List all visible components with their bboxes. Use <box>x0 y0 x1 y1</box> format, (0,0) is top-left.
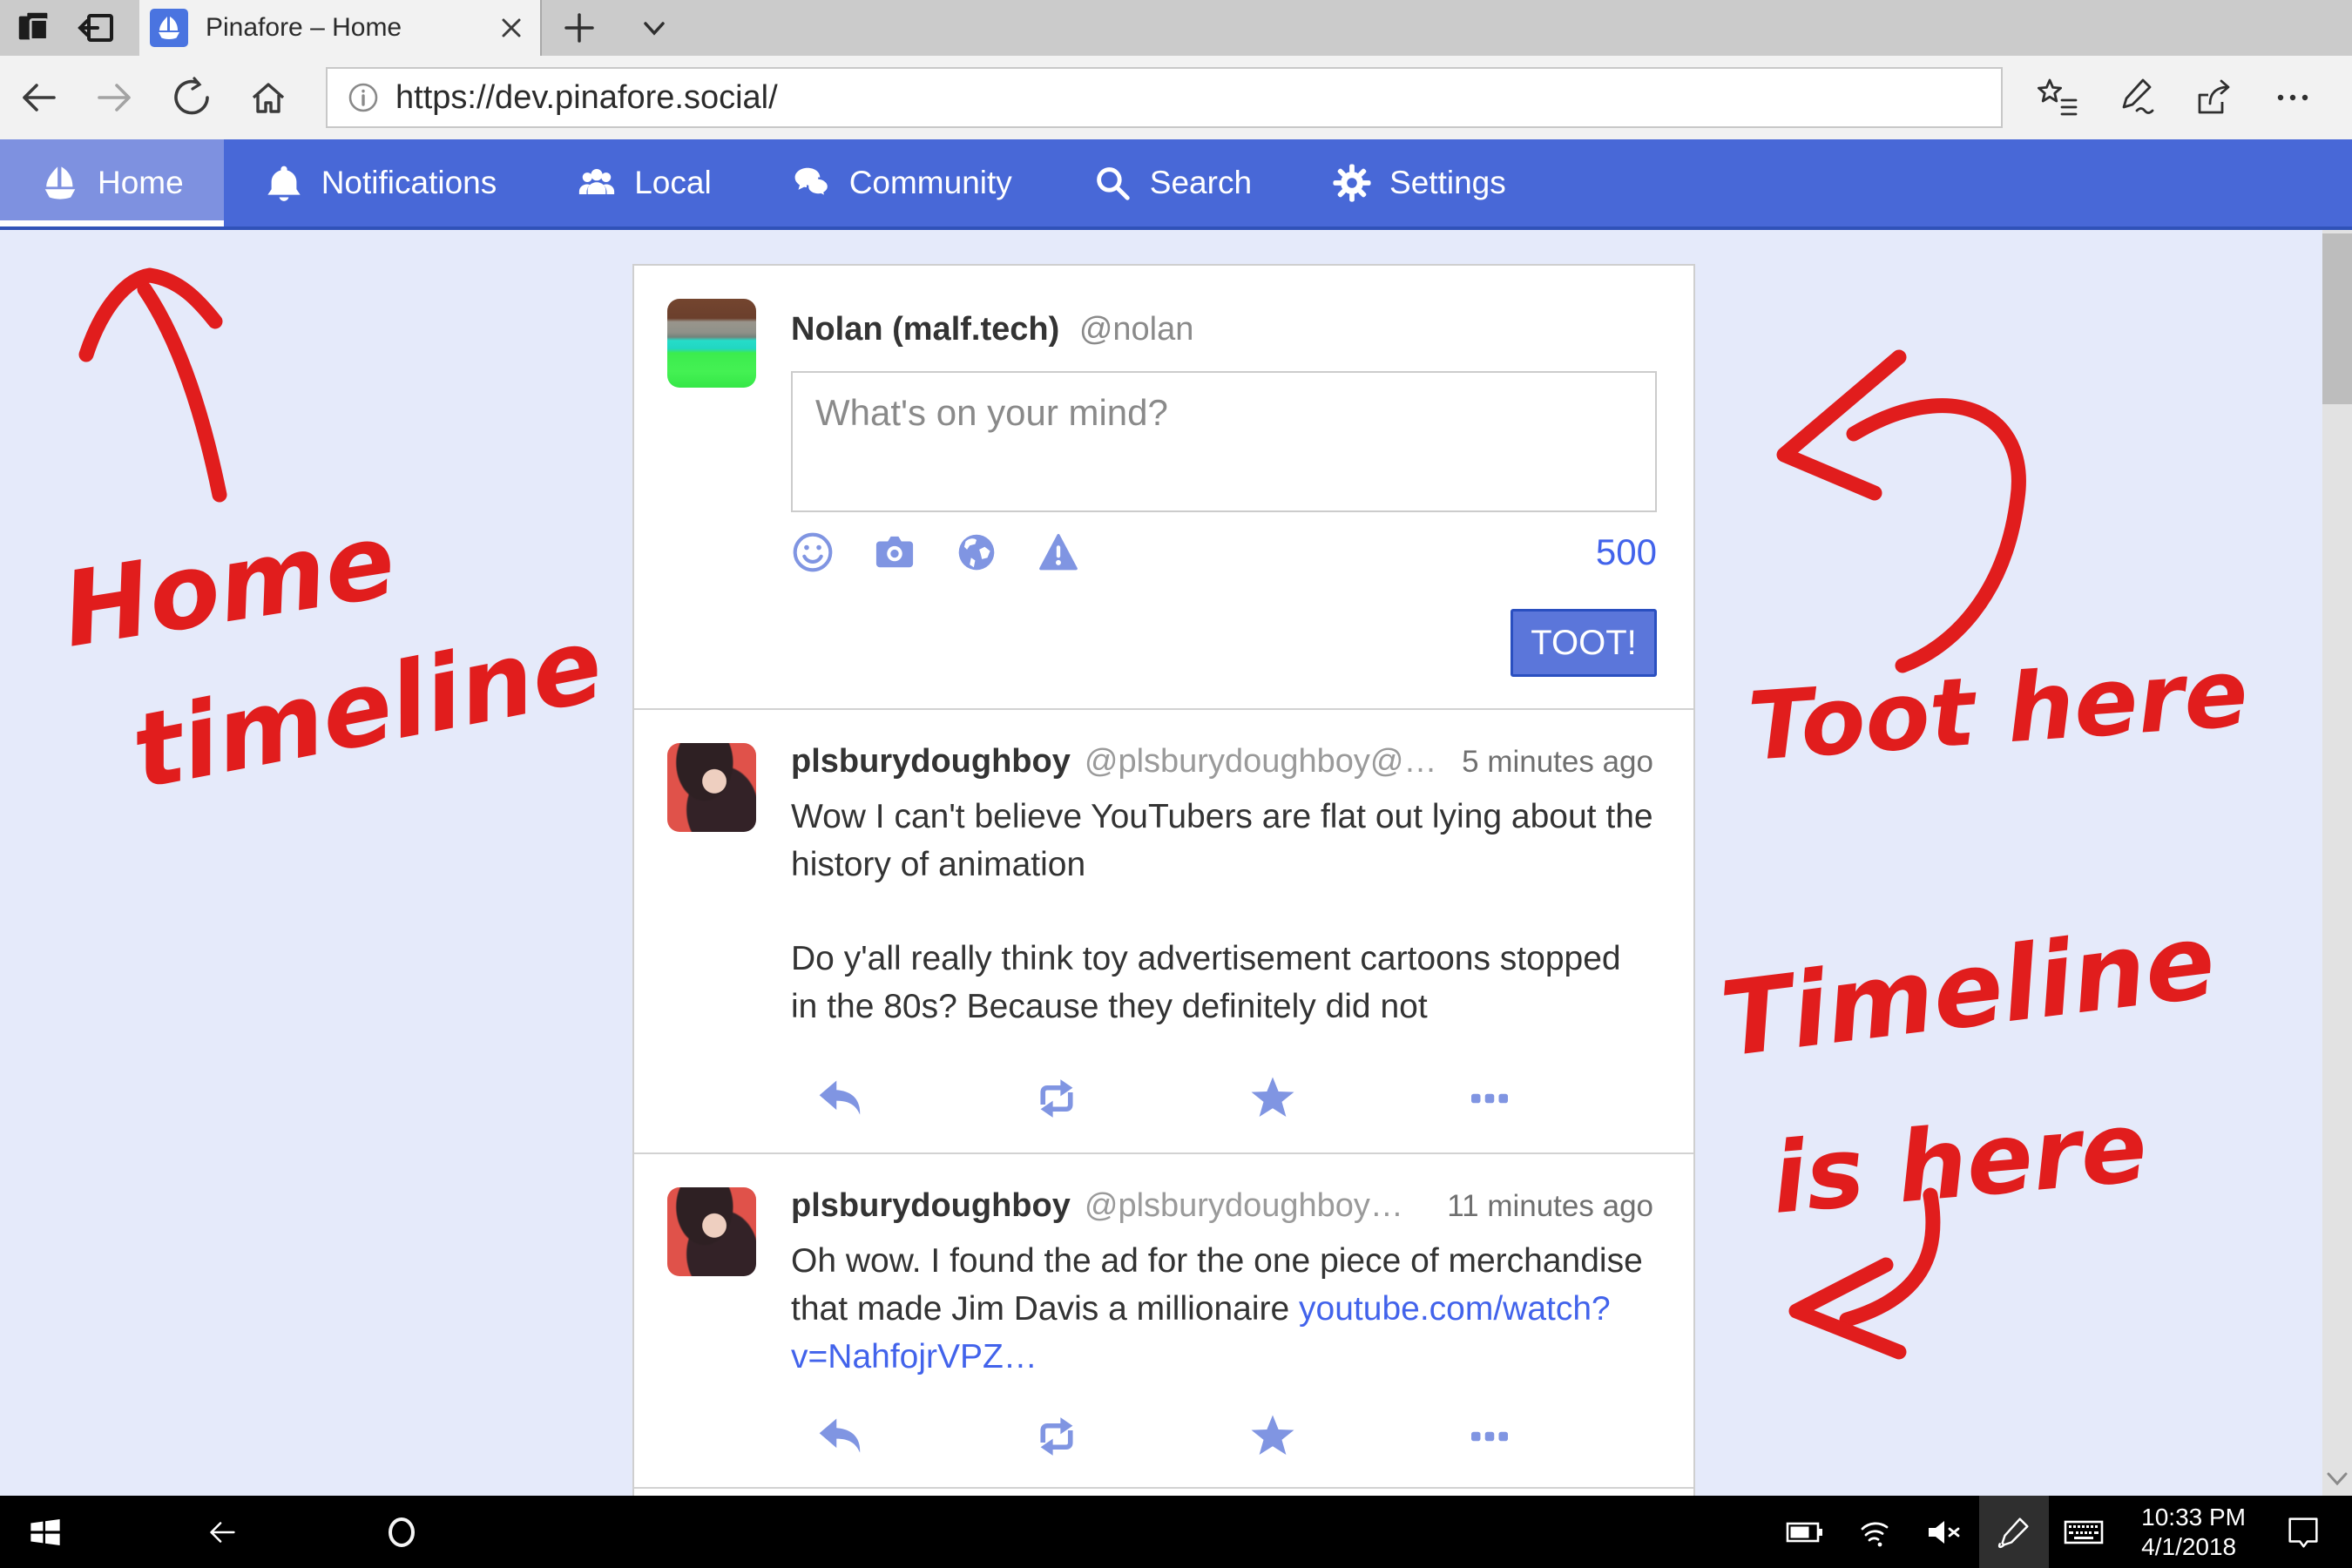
windows-taskbar: 10:33 PM 4/1/2018 <box>0 1496 2352 1568</box>
browser-tab-pinafore[interactable]: Pinafore – Home <box>139 0 540 56</box>
pen-icon[interactable] <box>1979 1496 2049 1568</box>
clock-time: 10:33 PM <box>2141 1503 2246 1532</box>
scroll-down-icon[interactable] <box>2322 1470 2352 1489</box>
nav-item-local[interactable]: Local <box>537 139 751 226</box>
timeline-post: plsburydoughboy @plsburydoughboy@mastodo… <box>634 1154 1693 1480</box>
address-bar[interactable] <box>326 67 2003 128</box>
reply-icon[interactable] <box>815 1412 864 1461</box>
nav-label: Community <box>849 165 1012 201</box>
settings-ellipsis-icon[interactable] <box>2254 56 2332 139</box>
nav-item-community[interactable]: Community <box>752 139 1052 226</box>
touch-keyboard-icon[interactable] <box>2049 1496 2119 1568</box>
favorite-star-icon[interactable] <box>1248 1074 1297 1123</box>
page-scrollbar[interactable] <box>2322 230 2352 1496</box>
browser-toolbar <box>0 56 2352 139</box>
more-dots-icon[interactable] <box>1465 1074 1514 1123</box>
timeline-post: plsburydoughboy @plsburydoughboy@mastodo… <box>634 710 1693 1146</box>
scrollbar-thumb[interactable] <box>2322 233 2352 404</box>
compose-box: Nolan (malf.tech) @nolan <box>634 266 1693 708</box>
forward-button[interactable] <box>77 56 153 139</box>
tab-close-icon[interactable] <box>498 15 524 41</box>
sailboat-icon <box>40 163 80 203</box>
compose-input[interactable] <box>791 371 1657 512</box>
camera-icon[interactable] <box>873 531 916 574</box>
nav-item-home[interactable]: Home <box>0 139 224 226</box>
clock-date: 4/1/2018 <box>2141 1532 2246 1562</box>
volume-muted-icon[interactable] <box>1909 1496 1979 1568</box>
content-warning-icon[interactable] <box>1037 531 1080 574</box>
avatar[interactable] <box>667 299 756 388</box>
favorites-hub-icon[interactable] <box>2018 56 2097 139</box>
nav-label: Settings <box>1389 165 1506 201</box>
avatar[interactable] <box>667 1187 756 1276</box>
people-icon <box>577 163 617 203</box>
wifi-icon[interactable] <box>1840 1496 1909 1568</box>
char-counter: 500 <box>1596 531 1657 573</box>
refresh-button[interactable] <box>153 56 230 139</box>
nav-item-search[interactable]: Search <box>1052 139 1292 226</box>
avatar[interactable] <box>667 743 756 832</box>
timeline-column: Nolan (malf.tech) @nolan <box>632 264 1695 1496</box>
post-handle: @plsburydoughboy@mastodon.so… <box>1085 743 1441 781</box>
taskbar-back-button[interactable] <box>174 1496 270 1568</box>
nav-item-settings[interactable]: Settings <box>1292 139 1546 226</box>
post-text: Oh wow. I found the ad for the one piece… <box>791 1237 1653 1381</box>
nav-label: Notifications <box>321 165 497 201</box>
reply-icon[interactable] <box>815 1074 864 1123</box>
post-timestamp: 5 minutes ago <box>1441 745 1653 780</box>
home-button[interactable] <box>230 56 307 139</box>
post-text: Wow I can't believe YouTubers are flat o… <box>791 793 1653 889</box>
tab-list-chevron-icon[interactable] <box>617 0 692 56</box>
compose-handle: @nolan <box>1079 311 1194 348</box>
battery-icon[interactable] <box>1770 1496 1840 1568</box>
cortana-button[interactable] <box>354 1496 449 1568</box>
speech-bubbles-icon <box>792 163 832 203</box>
pinafore-navbar: Home Notifications Local Community Searc… <box>0 139 2352 230</box>
site-info-icon[interactable] <box>345 79 382 116</box>
more-dots-icon[interactable] <box>1465 1412 1514 1461</box>
share-icon[interactable] <box>2175 56 2254 139</box>
post-timestamp: 11 minutes ago <box>1426 1189 1653 1224</box>
post-text: Do y'all really think toy advertisement … <box>791 935 1653 1031</box>
page-content: Nolan (malf.tech) @nolan <box>0 230 2352 1496</box>
set-tabs-aside-icon[interactable] <box>77 7 118 49</box>
pinafore-sailboat-icon <box>150 9 188 47</box>
nav-item-notifications[interactable]: Notifications <box>224 139 537 226</box>
browser-tab-bar: Pinafore – Home <box>0 0 2352 56</box>
tab-preview-icon[interactable] <box>14 8 54 48</box>
favorite-star-icon[interactable] <box>1248 1412 1297 1461</box>
start-button[interactable] <box>0 1496 91 1568</box>
new-tab-button[interactable] <box>542 0 617 56</box>
nav-label: Search <box>1150 165 1252 201</box>
bell-icon <box>264 163 304 203</box>
url-input[interactable] <box>395 79 1984 117</box>
nav-label: Home <box>98 165 184 201</box>
taskbar-clock[interactable]: 10:33 PM 4/1/2018 <box>2119 1503 2268 1562</box>
back-button[interactable] <box>0 56 77 139</box>
boost-icon[interactable] <box>1032 1412 1081 1461</box>
gear-icon <box>1332 163 1372 203</box>
desktop-screen: Pinafore – Home <box>0 0 2352 1568</box>
post-username[interactable]: plsburydoughboy <box>791 1187 1071 1225</box>
action-center-icon[interactable] <box>2268 1496 2338 1568</box>
post-handle: @plsburydoughboy@mastodon.s… <box>1085 1187 1426 1225</box>
boost-icon[interactable] <box>1032 1074 1081 1123</box>
magnifier-icon <box>1092 163 1132 203</box>
timeline-post: kз:ʳ @chr@cybre.space 13 minutes ago you… <box>634 1489 1693 1496</box>
toot-button[interactable]: TOOT! <box>1511 609 1657 677</box>
compose-display-name: Nolan (malf.tech) <box>791 311 1059 348</box>
nav-label: Local <box>634 165 711 201</box>
emoji-smiley-icon[interactable] <box>791 531 835 574</box>
web-note-pen-icon[interactable] <box>2097 56 2175 139</box>
tab-title: Pinafore – Home <box>206 13 498 43</box>
globe-icon[interactable] <box>955 531 998 574</box>
post-username[interactable]: plsburydoughboy <box>791 743 1071 781</box>
